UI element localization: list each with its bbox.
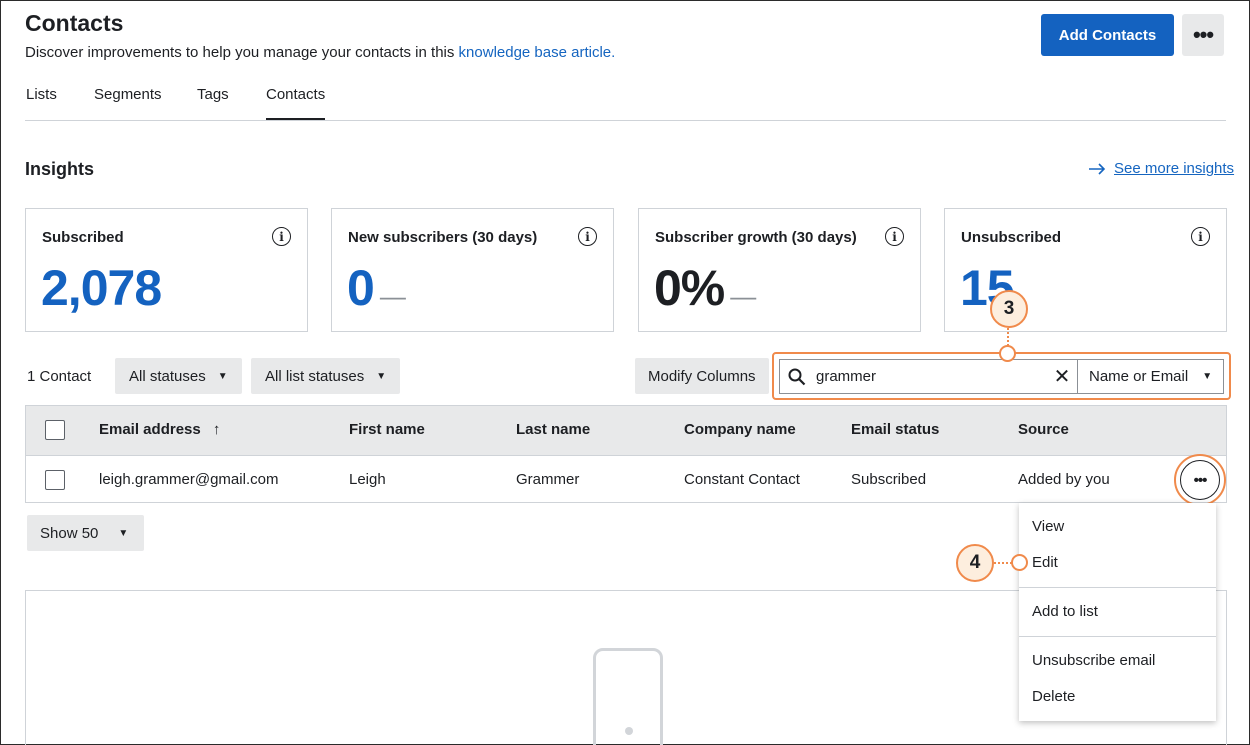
menu-item-view[interactable]: View <box>1032 518 1064 535</box>
page-title: Contacts <box>25 10 124 36</box>
menu-item-unsubscribe[interactable]: Unsubscribe email <box>1032 652 1155 669</box>
cell-first-name: Leigh <box>349 471 386 488</box>
arrow-right-icon <box>1089 162 1106 175</box>
cell-company: Constant Contact <box>684 471 800 488</box>
modify-columns-button[interactable]: Modify Columns <box>635 358 769 394</box>
column-header-source[interactable]: Source <box>1018 421 1069 438</box>
status-filter-label: All statuses <box>129 367 206 385</box>
card-label: Subscriber growth (30 days) <box>655 229 857 246</box>
select-all-checkbox[interactable] <box>45 420 65 440</box>
subtitle-text: Discover improvements to help you manage… <box>25 44 459 61</box>
callout-connector <box>994 562 1012 564</box>
search-field-dropdown[interactable]: Name or Email ▼ <box>1077 360 1223 393</box>
status-filter-dropdown[interactable]: All statuses ▼ <box>115 358 242 394</box>
search-box: grammer ✕ Name or Email ▼ <box>779 359 1224 394</box>
cell-email[interactable]: leigh.grammer@gmail.com <box>99 471 278 488</box>
callout-anchor-dot <box>999 345 1016 362</box>
menu-item-delete[interactable]: Delete <box>1032 688 1075 705</box>
card-label: Unsubscribed <box>961 229 1062 246</box>
card-value-number: 0 <box>347 260 375 316</box>
card-trend-dash: — <box>379 281 406 311</box>
phone-button <box>625 727 633 735</box>
chevron-down-icon: ▼ <box>217 370 228 382</box>
callout-badge-4: 4 <box>956 544 994 582</box>
add-contacts-button[interactable]: Add Contacts <box>1041 14 1174 56</box>
contact-count: 1 Contact <box>27 368 92 385</box>
see-more-label: See more insights <box>1114 160 1235 177</box>
page-size-label: Show 50 <box>40 524 99 542</box>
cell-last-name: Grammer <box>516 471 580 488</box>
card-value: 2,078 <box>41 260 162 316</box>
header-more-button[interactable]: ••• <box>1182 14 1224 56</box>
insights-heading: Insights <box>25 159 95 179</box>
mobile-phone-icon <box>593 648 663 745</box>
row-actions-menu: View Edit Add to list Unsubscribe email … <box>1019 503 1216 721</box>
callout-connector <box>1007 328 1009 346</box>
contacts-table: Email address ↑ First name Last name Com… <box>25 405 1227 506</box>
see-more-insights-link[interactable]: See more insights <box>1088 160 1234 177</box>
info-icon[interactable]: i <box>578 227 597 246</box>
chevron-down-icon: ▼ <box>1202 371 1213 382</box>
chevron-down-icon: ▼ <box>118 527 129 539</box>
column-header-last-name[interactable]: Last name <box>516 421 590 438</box>
sort-ascending-icon: ↑ <box>212 421 221 438</box>
tab-bar: Lists Segments Tags Contacts <box>25 85 1226 121</box>
card-label: New subscribers (30 days) <box>348 229 538 246</box>
insight-card-subscribed: Subscribed i 2,078 <box>25 208 308 332</box>
menu-item-edit[interactable]: Edit <box>1032 554 1058 571</box>
info-icon[interactable]: i <box>272 227 291 246</box>
list-status-filter-dropdown[interactable]: All list statuses ▼ <box>251 358 401 394</box>
menu-item-add-to-list[interactable]: Add to list <box>1032 603 1098 620</box>
card-value-number: 0% <box>654 260 725 316</box>
info-icon[interactable]: i <box>1191 227 1210 246</box>
search-icon <box>788 368 816 386</box>
card-trend-dash: — <box>730 281 756 311</box>
cell-source: Added by you <box>1018 471 1110 488</box>
chevron-down-icon: ▼ <box>376 370 387 382</box>
tab-lists[interactable]: Lists <box>26 86 57 120</box>
row-checkbox[interactable] <box>45 470 65 490</box>
column-header-email-label: Email address <box>99 421 201 438</box>
callout-badge-3: 3 <box>990 290 1028 328</box>
info-icon[interactable]: i <box>885 227 904 246</box>
clear-search-icon[interactable]: ✕ <box>1047 364 1077 389</box>
card-value: 0% — <box>654 259 756 317</box>
tab-contacts[interactable]: Contacts <box>266 86 326 120</box>
tab-tags[interactable]: Tags <box>197 86 229 120</box>
search-field-label: Name or Email <box>1089 368 1189 385</box>
row-actions-button[interactable]: ••• <box>1180 460 1220 500</box>
search-input[interactable]: grammer <box>816 368 1047 385</box>
insight-card-new-subscribers: New subscribers (30 days) i 0— <box>331 208 614 332</box>
column-header-company[interactable]: Company name <box>684 421 796 438</box>
table-row[interactable]: leigh.grammer@gmail.com Leigh Grammer Co… <box>26 454 1226 506</box>
callout-anchor-dot <box>1011 554 1028 571</box>
more-horizontal-icon: ••• <box>1193 471 1208 489</box>
knowledge-base-link[interactable]: knowledge base article. <box>459 44 616 61</box>
more-horizontal-icon: ••• <box>1192 22 1214 47</box>
column-header-email-status[interactable]: Email status <box>851 421 939 438</box>
table-header-row: Email address ↑ First name Last name Com… <box>26 406 1226 455</box>
list-status-filter-label: All list statuses <box>265 367 365 385</box>
page-size-dropdown[interactable]: Show 50 ▼ <box>27 515 144 551</box>
menu-divider <box>1019 636 1216 637</box>
card-value: 0— <box>347 259 406 317</box>
cell-email-status: Subscribed <box>851 471 927 488</box>
card-label: Subscribed <box>42 229 124 246</box>
tab-segments[interactable]: Segments <box>94 86 162 120</box>
menu-divider <box>1019 587 1216 588</box>
page-subtitle: Discover improvements to help you manage… <box>25 44 615 61</box>
column-header-first-name[interactable]: First name <box>349 421 425 438</box>
insight-card-subscriber-growth: Subscriber growth (30 days) i 0% — <box>638 208 921 332</box>
insight-card-unsubscribed: Unsubscribed i 15 <box>944 208 1227 332</box>
column-header-email[interactable]: Email address ↑ <box>99 421 220 438</box>
